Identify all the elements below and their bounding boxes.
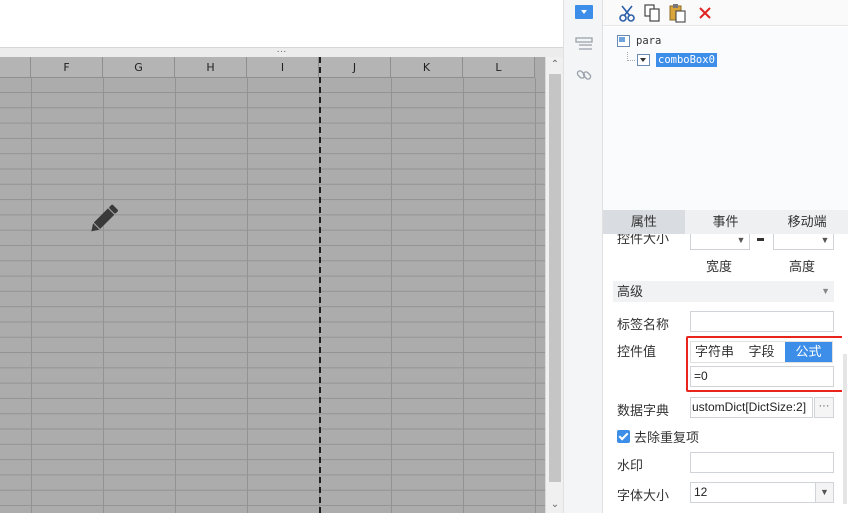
tag-name-input[interactable] — [690, 311, 834, 332]
size-separator — [757, 238, 764, 241]
scroll-up-arrow-icon[interactable]: ⌃ — [546, 57, 564, 73]
parameter-pane[interactable] — [0, 0, 563, 47]
widget-toolbar — [603, 0, 848, 26]
widget-size-label: 控件大小 — [617, 234, 670, 246]
report-sheet[interactable]: FGHIJKL — [0, 57, 545, 513]
tree-node-label: para — [636, 35, 662, 47]
tab-properties[interactable]: 属性 — [603, 210, 685, 234]
column-header-i[interactable]: I — [247, 57, 319, 78]
tree-connector — [627, 52, 635, 61]
link-chain-icon — [576, 70, 592, 80]
font-size-select[interactable]: 12 ▼ — [690, 482, 834, 503]
width-input[interactable]: ▼ — [690, 234, 750, 250]
widget-value-label: 控件值 — [617, 344, 657, 359]
width-caption: 宽度 — [706, 259, 733, 274]
property-tabs: 属性 事件 移动端 — [603, 210, 848, 234]
checkbox-checked-icon[interactable] — [617, 430, 630, 443]
right-panel: para comboBox0 属性 事件 移动端 控件大小 ▼ ▼ 宽度 高度 — [603, 0, 848, 513]
page-break-line — [319, 57, 321, 513]
scrollbar-thumb[interactable] — [843, 354, 847, 504]
form-icon — [617, 35, 630, 47]
splitter-handle[interactable]: ··· — [277, 46, 287, 57]
component-list-button[interactable] — [571, 33, 597, 55]
column-header-j[interactable]: J — [319, 57, 391, 78]
scrollbar-thumb[interactable] — [549, 74, 561, 482]
properties-pane: 控件大小 ▼ ▼ 宽度 高度 高级 ▼ 标签名称 控件值 字符串 字段 公式 =… — [603, 234, 848, 513]
tree-node-para[interactable]: para — [617, 35, 661, 47]
row-header-corner[interactable] — [0, 57, 31, 78]
advanced-section-title: 高级 — [617, 284, 644, 299]
remove-duplicates-checkbox[interactable]: 去除重复项 — [617, 427, 699, 446]
pencil-icon — [91, 204, 118, 232]
data-dictionary-field[interactable]: ustomDict[DictSize:2] — [690, 397, 813, 418]
advanced-section-header[interactable]: 高级 ▼ — [613, 281, 834, 302]
chevron-down-icon[interactable]: ▼ — [815, 483, 833, 502]
widget-tree: para comboBox0 — [603, 27, 848, 210]
chevron-down-icon: ▼ — [821, 286, 830, 296]
height-input[interactable]: ▼ — [773, 234, 834, 250]
sheet-vertical-scrollbar[interactable]: ⌃ ⌄ — [545, 57, 563, 513]
link-button[interactable] — [571, 64, 597, 86]
scroll-down-arrow-icon[interactable]: ⌄ — [546, 497, 564, 513]
chevron-down-icon[interactable]: ▼ — [817, 234, 833, 249]
more-ellipsis-button[interactable]: ··· — [814, 397, 834, 418]
column-header-g[interactable]: G — [103, 57, 175, 78]
font-size-value: 12 — [694, 485, 708, 499]
remove-duplicates-label: 去除重复项 — [634, 430, 700, 445]
data-dictionary-label: 数据字典 — [617, 403, 670, 418]
chevron-down-icon[interactable]: ▼ — [733, 234, 749, 249]
column-header-l[interactable]: L — [463, 57, 535, 78]
scissors-cut-icon[interactable] — [617, 3, 637, 23]
list-layers-icon — [575, 37, 593, 50]
designer-window: ··· FGHIJKL ⌃ ⌄ para comboBox0 属性 事件 移动端… — [0, 0, 848, 513]
font-size-label: 字体大小 — [617, 488, 670, 503]
side-icon-strip — [563, 0, 603, 513]
delete-close-icon[interactable] — [695, 3, 715, 23]
cell-grid[interactable] — [0, 78, 545, 513]
highlight-box — [686, 336, 848, 392]
properties-scrollbar[interactable] — [842, 234, 848, 513]
combo-widget-icon — [575, 5, 593, 19]
watermark-input[interactable] — [690, 452, 834, 473]
column-header-bar: FGHIJKL — [0, 57, 535, 78]
tab-mobile[interactable]: 移动端 — [766, 210, 848, 234]
column-header-f[interactable]: F — [31, 57, 103, 78]
column-header-h[interactable]: H — [175, 57, 247, 78]
copy-icon[interactable] — [642, 3, 662, 23]
watermark-label: 水印 — [617, 458, 644, 473]
height-caption: 高度 — [789, 259, 816, 274]
combobox-icon — [637, 54, 650, 66]
paste-icon[interactable] — [668, 3, 688, 23]
widget-settings-button[interactable] — [571, 1, 597, 23]
tag-name-label: 标签名称 — [617, 317, 670, 332]
tree-node-combobox[interactable]: comboBox0 — [637, 53, 717, 67]
pane-splitter[interactable]: ··· — [0, 47, 563, 57]
tab-events[interactable]: 事件 — [685, 210, 767, 234]
column-header-k[interactable]: K — [391, 57, 463, 78]
tree-node-label-selected: comboBox0 — [656, 53, 717, 67]
